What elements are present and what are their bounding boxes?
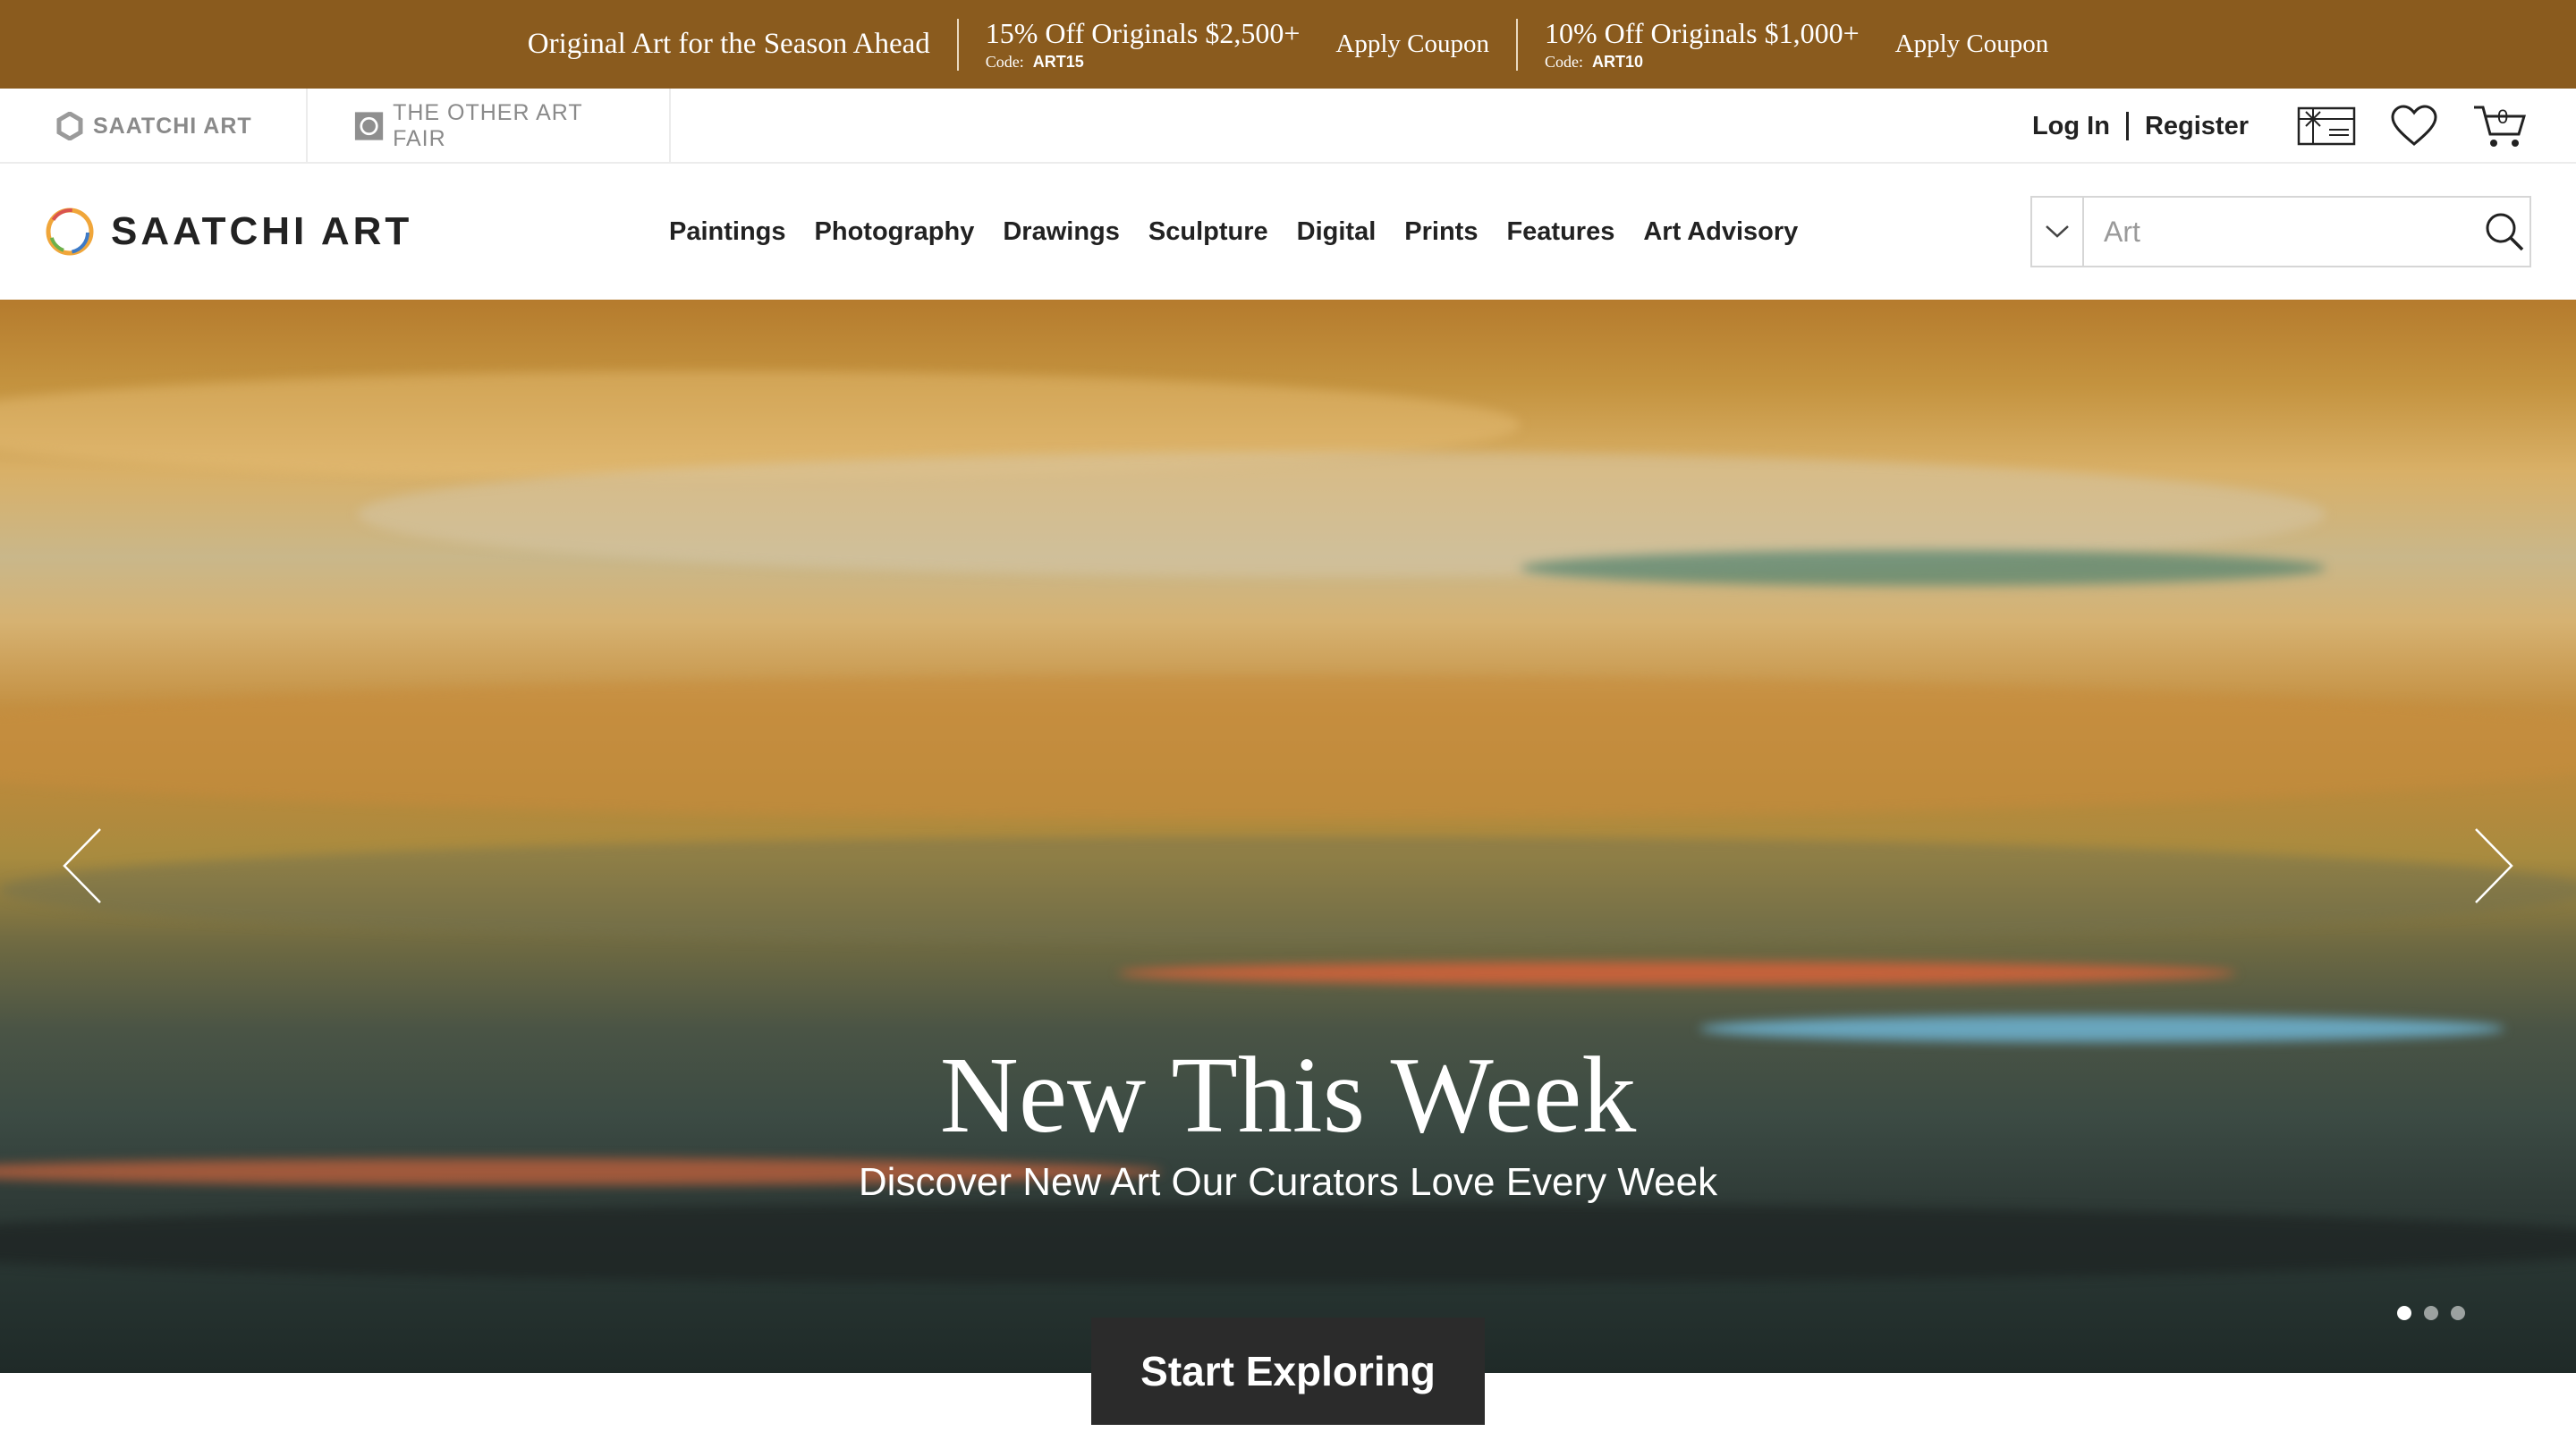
tab-label: SAATCHI ART (93, 113, 252, 139)
promo-code: Code: ART15 (986, 53, 1301, 72)
gift-card-button[interactable] (2297, 106, 2356, 146)
hero-artwork-stroke (0, 675, 2576, 818)
carousel-pagination (2397, 1306, 2478, 1320)
apply-coupon-button[interactable]: Apply Coupon (1335, 30, 1489, 59)
carousel-next-icon[interactable] (2474, 827, 2513, 904)
hero-artwork-stroke (0, 1203, 2576, 1284)
hero-subtitle: Discover New Art Our Curators Love Every… (858, 1160, 1718, 1204)
nav-features[interactable]: Features (1506, 217, 1614, 247)
promo-offer-1: 15% Off Originals $2,500+ Code: ART15 (986, 17, 1301, 72)
other-art-fair-icon (354, 112, 384, 140)
tab-saatchi-art[interactable]: SAATCHI ART (9, 89, 308, 164)
tab-other-art-fair[interactable]: THE OTHER ART FAIR (308, 89, 671, 164)
utility-bar: SAATCHI ART THE OTHER ART FAIR Log In Re… (0, 89, 2576, 164)
promo-code-value: ART10 (1591, 53, 1643, 71)
apply-coupon-button[interactable]: Apply Coupon (1895, 30, 2049, 59)
cart-button[interactable]: 0 (2472, 104, 2526, 148)
search-button[interactable] (2479, 211, 2529, 252)
search-input[interactable] (2084, 198, 2479, 266)
promo-divider (1515, 18, 1518, 71)
promo-code-label: Code: (985, 53, 1024, 71)
cart-count: 0 (2497, 106, 2509, 128)
main-navigation: SAATCHI ART Paintings Photography Drawin… (0, 164, 2576, 300)
hero-artwork-stroke (0, 836, 2576, 944)
favorites-button[interactable] (2390, 105, 2438, 148)
account-area: Log In Register 0 (2032, 89, 2576, 164)
promo-offer-2: 10% Off Originals $1,000+ Code: ART10 (1545, 17, 1860, 72)
carousel-dot[interactable] (2397, 1306, 2411, 1320)
promo-divider (956, 18, 959, 71)
hero-title: New This Week (939, 1035, 1637, 1156)
saatchi-hexagon-icon (56, 112, 83, 140)
nav-photography[interactable]: Photography (815, 217, 975, 247)
tab-label: THE OTHER ART FAIR (393, 100, 583, 151)
promo-offer-title: 15% Off Originals $2,500+ (985, 17, 1301, 49)
heart-icon (2391, 105, 2437, 146)
nav-sculpture[interactable]: Sculpture (1148, 217, 1268, 247)
carousel-dot[interactable] (2424, 1306, 2438, 1320)
promo-code-value: ART15 (1032, 53, 1084, 71)
hero-artwork-stroke (1118, 962, 2236, 985)
site-logo[interactable]: SAATCHI ART (43, 205, 412, 258)
carousel-prev-icon[interactable] (63, 827, 102, 904)
nav-prints[interactable]: Prints (1404, 217, 1478, 247)
promo-banner: Original Art for the Season Ahead 15% Of… (0, 0, 2576, 89)
carousel-dot[interactable] (2451, 1306, 2465, 1320)
nav-paintings[interactable]: Paintings (669, 217, 786, 247)
gift-card-icon (2297, 106, 2356, 146)
promo-offer-title: 10% Off Originals $1,000+ (1544, 17, 1860, 49)
hero-artwork-stroke (1521, 550, 2326, 586)
category-menu: Paintings Photography Drawings Sculpture… (669, 164, 1826, 300)
promo-headline: Original Art for the Season Ahead (527, 28, 930, 60)
search-category-dropdown[interactable] (2032, 198, 2084, 266)
chevron-down-icon (2046, 225, 2069, 238)
register-link[interactable]: Register (2145, 112, 2249, 141)
logo-text: SAATCHI ART (111, 209, 413, 253)
search-bar (2030, 196, 2531, 267)
search-icon (2486, 213, 2524, 251)
nav-art-advisory[interactable]: Art Advisory (1643, 217, 1798, 247)
promo-code-label: Code: (1544, 53, 1583, 71)
account-divider (2125, 112, 2129, 140)
nav-drawings[interactable]: Drawings (1003, 217, 1120, 247)
promo-code: Code: ART10 (1545, 53, 1860, 72)
nav-digital[interactable]: Digital (1297, 217, 1377, 247)
login-link[interactable]: Log In (2032, 112, 2110, 141)
hero-carousel: New This Week Discover New Art Our Curat… (0, 300, 2576, 1373)
saatchi-logo-icon (46, 208, 94, 256)
start-exploring-button[interactable]: Start Exploring (1091, 1318, 1485, 1425)
